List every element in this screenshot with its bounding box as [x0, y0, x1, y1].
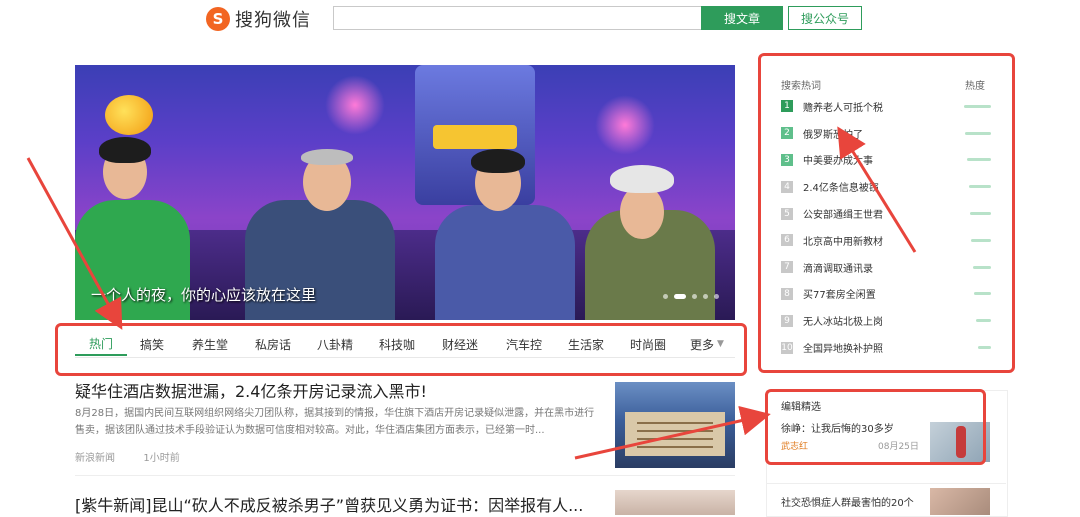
annotation-arrows — [26, 126, 917, 460]
annotation-arrow — [837, 126, 917, 253]
annotation-arrow — [26, 157, 123, 330]
annotation-arrow — [574, 405, 771, 460]
